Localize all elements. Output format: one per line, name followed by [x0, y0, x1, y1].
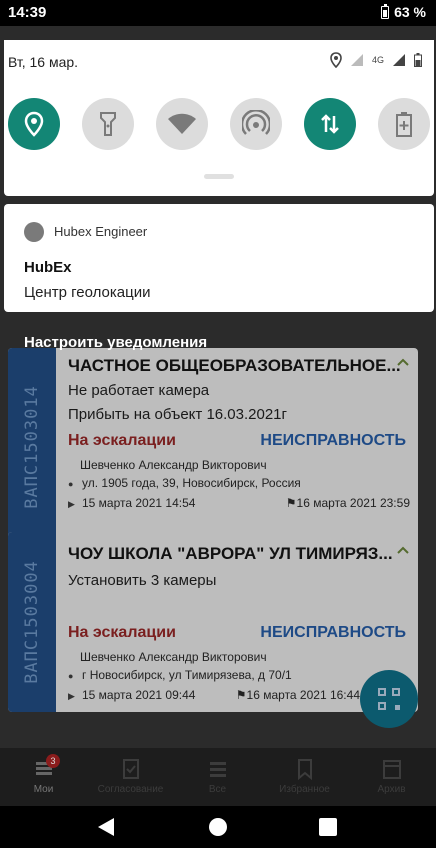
- list-icon: [209, 762, 226, 777]
- system-navigation-bar: [0, 806, 436, 848]
- recents-icon[interactable]: [319, 818, 337, 836]
- tile-location[interactable]: [8, 98, 60, 150]
- hotspot-icon: [242, 110, 270, 135]
- nav-label: Избранное: [279, 784, 330, 795]
- chevron-up-icon[interactable]: [396, 356, 410, 370]
- battery-level: 63 %: [394, 4, 426, 20]
- notification-text: Центр геолокации: [24, 284, 151, 301]
- task-title: ЧОУ ШКОЛА "АВРОРА" УЛ ТИМИРЯЗ...: [68, 544, 393, 563]
- checklist-icon: [122, 759, 139, 779]
- end-date-row: ⚑16 марта 2021 23:59: [286, 496, 410, 510]
- qr-code-icon: [378, 688, 400, 710]
- start-date-row: ▶ 15 марта 2021 09:44: [68, 688, 195, 702]
- task-id-strip: ВАПС1503014: [8, 348, 56, 546]
- nav-item-archive[interactable]: Архив: [348, 748, 435, 806]
- tile-battery-saver[interactable]: [378, 98, 430, 150]
- cell-signal-icon: [393, 54, 405, 66]
- location-icon: [24, 111, 44, 137]
- location-pin-icon: ●: [68, 671, 74, 681]
- home-icon[interactable]: [209, 818, 227, 836]
- task-card[interactable]: ВАПС1503014 ЧАСТНОЕ ОБЩЕОБРАЗОВАТЕЛЬНОЕ.…: [8, 348, 418, 546]
- nav-label: Согласование: [97, 784, 164, 795]
- task-card[interactable]: ВАПС1503004 ЧОУ ШКОЛА "АВРОРА" УЛ ТИМИРЯ…: [8, 532, 418, 712]
- tile-mobile-data[interactable]: [304, 98, 356, 150]
- battery-saver-icon: [396, 112, 412, 137]
- address-row: ● ул. 1905 года, 39, Новосибирск, Россия: [68, 476, 301, 490]
- nav-item-all[interactable]: Все: [174, 748, 261, 806]
- address: г Новосибирск, ул Тимирязева, д 70/1: [82, 668, 292, 682]
- task-id: ВАПС1503014: [22, 385, 42, 509]
- manage-notifications-button[interactable]: Настроить уведомления: [24, 334, 207, 351]
- status-right: 63 %: [381, 3, 426, 20]
- flag-icon: ⚑: [285, 496, 297, 510]
- notification-title: HubEx: [24, 259, 72, 276]
- battery-icon: [381, 3, 390, 19]
- address-row: ● г Новосибирск, ул Тимирязева, д 70/1: [68, 668, 292, 682]
- nav-label: Архив: [377, 784, 406, 795]
- tile-wifi[interactable]: [156, 98, 208, 150]
- status-escalation: На эскалации: [68, 432, 176, 449]
- task-type: НЕИСПРАВНОСТЬ: [260, 432, 406, 449]
- task-id-strip: ВАПС1503004: [8, 532, 56, 712]
- end-date: 16 марта 2021 23:59: [296, 496, 410, 510]
- archive-icon: [382, 760, 401, 779]
- mobile-data-icon: [321, 114, 339, 134]
- battery-small-icon: [414, 53, 422, 67]
- assignee: Шевченко Александр Викторович: [80, 650, 267, 664]
- status-escalation: На эскалации: [68, 624, 176, 641]
- status-bar: 14:39 63 %: [0, 0, 436, 26]
- nav-badge: 3: [46, 754, 60, 768]
- nav-label: Мои: [33, 784, 54, 795]
- assignee: Шевченко Александр Викторович: [80, 458, 267, 472]
- end-date: 16 марта 2021 16:44: [246, 688, 360, 702]
- back-icon[interactable]: [98, 818, 114, 836]
- nav-label: Все: [208, 784, 227, 795]
- drag-handle[interactable]: [204, 174, 234, 179]
- start-date: 15 марта 2021 14:54: [82, 496, 196, 510]
- nav-item-approval[interactable]: Согласование: [87, 748, 174, 806]
- location-icon: [330, 52, 342, 68]
- network-type: 4G: [371, 55, 384, 65]
- status-time: 14:39: [8, 4, 47, 21]
- notification-app-name: Hubex Engineer: [54, 224, 148, 239]
- scan-qr-button[interactable]: [360, 670, 418, 728]
- chevron-up-icon[interactable]: [396, 544, 410, 558]
- task-id: ВАПС1503004: [22, 560, 42, 684]
- notification-card[interactable]: Hubex Engineer HubEx Центр геолокации: [4, 204, 434, 312]
- location-pin-icon: ●: [68, 479, 74, 489]
- end-date-row: ⚑16 марта 2021 16:44: [236, 688, 360, 702]
- wifi-icon: [168, 113, 196, 134]
- task-type: НЕИСПРАВНОСТЬ: [260, 624, 406, 641]
- app-icon: [24, 222, 44, 242]
- tile-flashlight[interactable]: [82, 98, 134, 150]
- play-icon: ▶: [68, 691, 75, 701]
- play-icon: ▶: [68, 499, 75, 509]
- address: ул. 1905 года, 39, Новосибирск, Россия: [82, 476, 301, 490]
- bookmark-icon: [297, 759, 312, 780]
- nav-item-my[interactable]: 3 Мои: [0, 748, 87, 806]
- start-date-row: ▶ 15 марта 2021 14:54: [68, 496, 195, 510]
- task-title: ЧАСТНОЕ ОБЩЕОБРАЗОВАТЕЛЬНОЕ...: [68, 356, 401, 375]
- flag-icon: ⚑: [235, 688, 247, 702]
- task-description-2: Прибыть на объект 16.03.2021г: [68, 406, 287, 423]
- wifi-signal-icon: [350, 54, 363, 66]
- tile-hotspot[interactable]: [230, 98, 282, 150]
- task-description: Не работает камера: [68, 382, 210, 399]
- quick-settings-panel: Вт, 16 мар. 4G: [4, 40, 434, 196]
- start-date: 15 марта 2021 09:44: [82, 688, 196, 702]
- task-description: Установить 3 камеры: [68, 572, 217, 589]
- flashlight-icon: [100, 112, 116, 136]
- qs-status-icons: 4G: [330, 52, 422, 68]
- bottom-navigation: 3 Мои Согласование Все Избранное Архив: [0, 748, 436, 806]
- nav-item-favorites[interactable]: Избранное: [261, 748, 348, 806]
- qs-date: Вт, 16 мар.: [8, 54, 79, 70]
